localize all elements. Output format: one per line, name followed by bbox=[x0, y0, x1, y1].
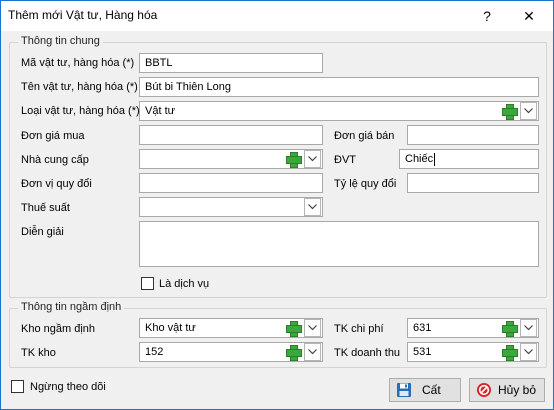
description-label: Diễn giải bbox=[21, 226, 64, 238]
purchase-price-input[interactable] bbox=[139, 125, 323, 145]
name-input[interactable]: Bút bi Thiên Long bbox=[139, 77, 539, 97]
conversion-unit-input[interactable] bbox=[139, 173, 323, 193]
type-label: Loại vật tư, hàng hóa (*) bbox=[21, 105, 140, 117]
cancel-button[interactable]: Hủy bỏ bbox=[469, 378, 545, 402]
cancel-button-label: Hủy bỏ bbox=[498, 383, 537, 397]
revenue-account-chevron-down-icon[interactable] bbox=[520, 343, 537, 361]
tax-rate-label: Thuế suất bbox=[21, 202, 70, 214]
stop-tracking-label: Ngừng theo dõi bbox=[30, 381, 106, 393]
close-button[interactable]: ✕ bbox=[509, 1, 549, 31]
default-info-legend: Thông tin ngầm định bbox=[18, 301, 125, 313]
text-cursor bbox=[434, 152, 436, 166]
stop-tracking-checkbox[interactable] bbox=[11, 380, 24, 393]
supplier-chevron-down-icon[interactable] bbox=[304, 150, 321, 168]
sale-price-input[interactable] bbox=[407, 125, 539, 145]
conversion-unit-label: Đơn vị quy đổi bbox=[21, 178, 92, 190]
title-bar: Thêm mới Vật tư, Hàng hóa ? ✕ bbox=[1, 1, 553, 31]
type-chevron-down-icon[interactable] bbox=[520, 102, 537, 120]
add-expense-account-plus-icon[interactable] bbox=[501, 320, 518, 337]
conversion-rate-input[interactable] bbox=[407, 173, 539, 193]
dialog-window: Thêm mới Vật tư, Hàng hóa ? ✕ Thông tin … bbox=[0, 0, 554, 410]
revenue-account-label: TK doanh thu bbox=[334, 347, 401, 359]
unit-label: ĐVT bbox=[334, 154, 356, 166]
expense-account-chevron-down-icon[interactable] bbox=[520, 319, 537, 337]
unit-input[interactable]: Chiếc bbox=[399, 149, 539, 169]
purchase-price-label: Đơn giá mua bbox=[21, 130, 85, 142]
sale-price-label: Đơn giá bán bbox=[334, 130, 395, 142]
add-warehouse-plus-icon[interactable] bbox=[285, 320, 302, 337]
floppy-disk-icon bbox=[396, 382, 412, 398]
cancel-icon bbox=[476, 382, 492, 398]
code-label: Mã vật tư, hàng hóa (*) bbox=[21, 57, 135, 69]
is-service-checkbox[interactable] bbox=[141, 277, 154, 290]
code-input[interactable]: BBTL bbox=[139, 53, 323, 73]
window-title: Thêm mới Vật tư, Hàng hóa bbox=[8, 8, 158, 22]
warehouse-chevron-down-icon[interactable] bbox=[304, 319, 321, 337]
save-button-label: Cất bbox=[422, 383, 441, 397]
conversion-rate-label: Tỷ lệ quy đổi bbox=[334, 178, 397, 190]
save-button[interactable]: Cất bbox=[389, 378, 461, 402]
tax-rate-combo[interactable] bbox=[139, 197, 323, 217]
warehouse-account-label: TK kho bbox=[21, 347, 56, 359]
type-combo[interactable]: Vật tư bbox=[139, 101, 539, 121]
supplier-label: Nhà cung cấp bbox=[21, 154, 89, 166]
description-textarea[interactable] bbox=[139, 221, 539, 267]
warehouse-account-chevron-down-icon[interactable] bbox=[304, 343, 321, 361]
add-type-plus-icon[interactable] bbox=[501, 103, 518, 120]
add-revenue-account-plus-icon[interactable] bbox=[501, 344, 518, 361]
expense-account-label: TK chi phí bbox=[334, 323, 384, 335]
add-warehouse-account-plus-icon[interactable] bbox=[285, 344, 302, 361]
tax-rate-chevron-down-icon[interactable] bbox=[304, 198, 321, 216]
general-info-legend: Thông tin chung bbox=[18, 35, 103, 47]
warehouse-label: Kho ngầm định bbox=[21, 323, 95, 335]
name-label: Tên vật tư, hàng hóa (*) bbox=[21, 81, 138, 93]
unit-value: Chiếc bbox=[405, 153, 434, 165]
is-service-label: Là dịch vụ bbox=[159, 278, 210, 290]
add-supplier-plus-icon[interactable] bbox=[285, 151, 302, 168]
help-button[interactable]: ? bbox=[467, 1, 507, 31]
